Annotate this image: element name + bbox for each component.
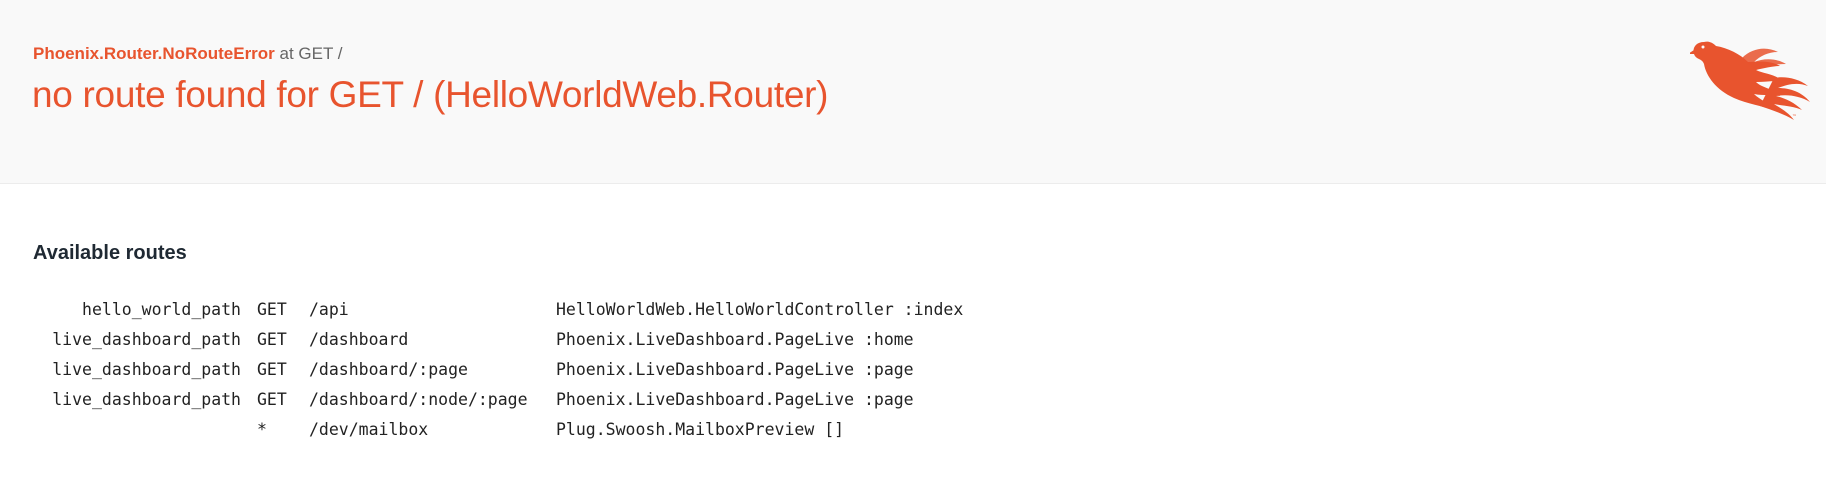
routes-heading: Available routes	[33, 242, 187, 264]
route-row: hello_world_path GET/api HelloWorldWeb.Hel…	[33, 295, 963, 325]
routes-table: hello_world_path GET/api HelloWorldWeb.Hel…	[33, 295, 963, 445]
route-path: /api	[309, 300, 349, 319]
route-path: /dashboard/:page	[309, 360, 468, 379]
exception-name: Phoenix.Router.NoRouteError	[33, 44, 275, 63]
route-path: /dashboard/:node/:page	[309, 390, 528, 409]
error-title: no route found for GET / (HelloWorldWeb.…	[32, 74, 829, 115]
route-plug: Phoenix.LiveDashboard.PageLive :page	[556, 360, 914, 379]
route-path: /dev/mailbox	[309, 420, 429, 439]
route-verb: GET	[257, 330, 287, 349]
request-info: at GET /	[274, 44, 343, 63]
route-verb: *	[257, 420, 267, 439]
route-helper: hello_world_path	[82, 300, 241, 319]
exception-summary: Phoenix.Router.NoRouteError at GET /	[33, 44, 343, 64]
route-plug: Phoenix.LiveDashboard.PageLive :page	[556, 390, 914, 409]
route-helper: live_dashboard_path	[52, 390, 241, 409]
route-plug: Plug.Swoosh.MailboxPreview []	[556, 420, 845, 439]
route-plug: Phoenix.LiveDashboard.PageLive :home	[556, 330, 914, 349]
route-row: live_dashboard_path GET/dashboard Phoenix.…	[33, 325, 963, 355]
error-header: Phoenix.Router.NoRouteError at GET / no …	[0, 0, 1826, 184]
svg-text:™: ™	[1792, 114, 1797, 120]
phoenix-logo-icon: ™	[1690, 41, 1810, 120]
route-verb: GET	[257, 390, 287, 409]
route-verb: GET	[257, 360, 287, 379]
route-plug: HelloWorldWeb.HelloWorldController :inde…	[556, 300, 964, 319]
route-verb: GET	[257, 300, 287, 319]
route-row: live_dashboard_path GET/dashboard/:page Ph…	[33, 355, 963, 385]
route-helper: live_dashboard_path	[52, 330, 241, 349]
route-row: live_dashboard_path GET/dashboard/:node/:…	[33, 385, 963, 415]
route-helper: live_dashboard_path	[52, 360, 241, 379]
route-row: * /dev/mailbox Plug.Swoosh.MailboxPreview …	[33, 415, 963, 445]
route-path: /dashboard	[309, 330, 409, 349]
